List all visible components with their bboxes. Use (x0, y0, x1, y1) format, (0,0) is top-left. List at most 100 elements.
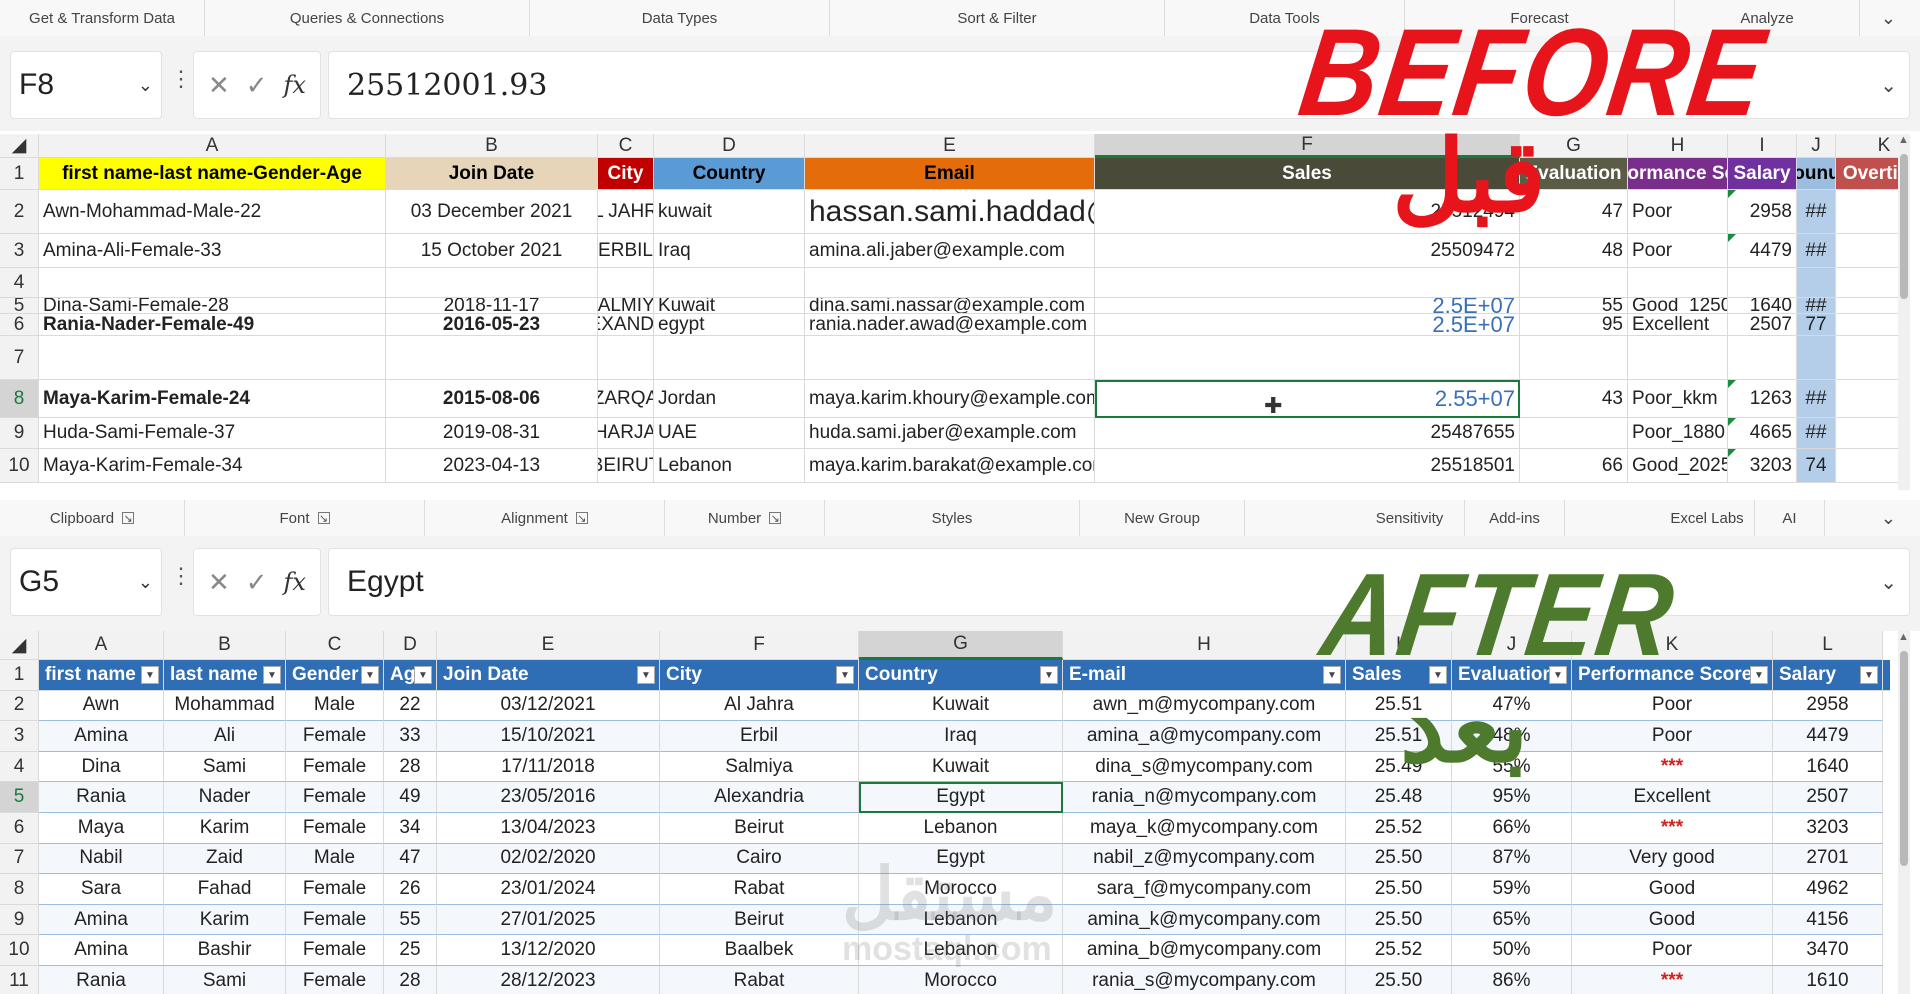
cell-c6[interactable]: ALEXANDRIA (598, 314, 654, 336)
cell-a5[interactable]: Rania (39, 782, 164, 813)
cell-h2[interactable]: awn_m@mycompany.com (1063, 690, 1346, 722)
table-header-3[interactable]: Age ▼ (384, 660, 437, 691)
cell-c10[interactable]: BEIRUT (598, 449, 654, 483)
cell-f3[interactable]: 25509472 (1095, 234, 1520, 268)
scroll-up-icon[interactable]: ▲ (1898, 134, 1909, 146)
cell-h7[interactable]: nabil_z@mycompany.com (1063, 843, 1346, 875)
cell-f3[interactable]: Erbil (660, 721, 859, 752)
cell-g2[interactable]: Kuwait (859, 690, 1063, 722)
cell-g5[interactable]: Egypt (859, 782, 1063, 813)
cell-c5[interactable]: Female (286, 782, 384, 813)
filter-dropdown-icon[interactable]: ▼ (141, 666, 159, 684)
cell-c1[interactable]: City (598, 158, 654, 190)
column-header-e[interactable]: E (805, 134, 1095, 158)
cell-e8[interactable]: maya.karim.khoury@example.com (805, 380, 1095, 418)
column-header-c[interactable]: C (286, 631, 384, 660)
cell-b1[interactable]: Join Date (386, 158, 598, 190)
cell-l5[interactable]: 2507 (1773, 782, 1883, 813)
cell-d4[interactable] (654, 268, 805, 298)
cell-a6[interactable]: Maya (39, 813, 164, 844)
cell-d5[interactable]: Kuwait (654, 298, 805, 314)
cell-c9[interactable]: Female (286, 904, 384, 936)
cell-c11[interactable]: Female (286, 966, 384, 994)
cell-g11[interactable]: Morocco (859, 966, 1063, 994)
cell-b4[interactable] (386, 268, 598, 298)
row-header-6[interactable]: 6 (0, 813, 39, 844)
cell-k6[interactable]: 3 (1836, 314, 1900, 336)
column-header-j[interactable]: J (1797, 134, 1836, 158)
cell-g4[interactable] (1520, 268, 1628, 298)
cell-h9[interactable]: Poor_1880 (1628, 418, 1728, 449)
filter-dropdown-icon[interactable]: ▼ (1860, 666, 1878, 684)
dialog-launcher-icon[interactable]: ↘ (317, 512, 330, 525)
column-header-b[interactable]: B (386, 134, 598, 158)
ribbon-group-sensitivity[interactable]: Sensitivity (1355, 500, 1465, 536)
cell-d11[interactable]: 28 (384, 966, 437, 994)
row-header-3[interactable]: 3 (0, 234, 39, 268)
cell-a10[interactable]: Maya-Karim-Female-34 (39, 449, 386, 483)
cell-j7[interactable]: 87% (1452, 843, 1572, 875)
cell-f4[interactable] (1095, 268, 1520, 298)
cell-e10[interactable]: maya.karim.barakat@example.com (805, 449, 1095, 483)
cell-a8[interactable]: Maya-Karim-Female-24 (39, 380, 386, 418)
cell-k9[interactable]: 7 (1836, 418, 1900, 449)
cell-k2[interactable]: Poor (1572, 690, 1773, 722)
cell-k5[interactable]: Excellent (1572, 782, 1773, 813)
cell-g6[interactable]: Lebanon (859, 813, 1063, 844)
bottom-vertical-scrollbar[interactable]: ▲ (1898, 631, 1910, 994)
column-header-a[interactable]: A (39, 134, 386, 158)
cell-a2[interactable]: Awn-Mohammad-Male-22 (39, 190, 386, 234)
cell-d7[interactable] (654, 336, 805, 380)
ribbon-group-number[interactable]: Number ↘ (665, 500, 825, 536)
cell-i10[interactable]: 25.52 (1346, 935, 1452, 966)
cell-f4[interactable]: Salmiya (660, 751, 859, 783)
collapse-ribbon-icon[interactable]: ⌄ (1881, 508, 1896, 529)
cell-h6[interactable]: Excellent (1628, 314, 1728, 336)
table-header-11[interactable]: Salary ▼ (1773, 660, 1883, 691)
cell-j5[interactable]: 95% (1452, 782, 1572, 813)
column-header-d[interactable]: D (654, 134, 805, 158)
cell-g3[interactable]: Iraq (859, 721, 1063, 752)
cell-j6[interactable]: 66% (1452, 813, 1572, 844)
cell-e11[interactable]: 28/12/2023 (437, 966, 660, 994)
cell-i7[interactable] (1728, 336, 1797, 380)
more-options-icon[interactable]: ⋮ (170, 563, 192, 589)
cell-f6[interactable]: Beirut (660, 813, 859, 844)
cell-d6[interactable]: 34 (384, 813, 437, 844)
ribbon-group-clipboard[interactable]: Clipboard ↘ (0, 500, 185, 536)
cell-j5[interactable]: ## (1797, 298, 1836, 314)
cell-c3[interactable]: Female (286, 721, 384, 752)
cell-i1[interactable]: Salary (1728, 158, 1797, 190)
cell-d5[interactable]: 49 (384, 782, 437, 813)
cell-c3[interactable]: ERBIL (598, 234, 654, 268)
cell-j2[interactable]: ## (1797, 190, 1836, 234)
cell-j3[interactable]: ## (1797, 234, 1836, 268)
cell-a6[interactable]: Rania-Nader-Female-49 (39, 314, 386, 336)
table-header-0[interactable]: first name ▼ (39, 660, 164, 691)
cell-i5[interactable]: 25.48 (1346, 782, 1452, 813)
table-header-1[interactable]: last name ▼ (164, 660, 286, 691)
cell-a9[interactable]: Amina (39, 904, 164, 936)
cell-b7[interactable] (386, 336, 598, 380)
table-header-6[interactable]: Country ▼ (859, 660, 1063, 691)
cell-b6[interactable]: 2016-05-23 (386, 314, 598, 336)
cell-d6[interactable]: egypt (654, 314, 805, 336)
chevron-down-icon[interactable]: ⌄ (138, 572, 153, 593)
cell-a7[interactable] (39, 336, 386, 380)
cell-e6[interactable]: 13/04/2023 (437, 813, 660, 844)
cell-d8[interactable]: Jordan (654, 380, 805, 418)
enter-icon[interactable]: ✓ (246, 567, 268, 598)
cell-b3[interactable]: 15 October 2021 (386, 234, 598, 268)
ribbon-group-font[interactable]: Font ↘ (185, 500, 425, 536)
cell-d1[interactable]: Country (654, 158, 805, 190)
table-header-4[interactable]: Join Date ▼ (437, 660, 660, 691)
row-header-8[interactable]: 8 (0, 380, 39, 418)
cell-d10[interactable]: Lebanon (654, 449, 805, 483)
dialog-launcher-icon[interactable]: ↘ (122, 512, 135, 525)
cell-i7[interactable]: 25.50 (1346, 843, 1452, 875)
ribbon-group-data-types[interactable]: Data Types (530, 0, 830, 36)
cell-e4[interactable]: 17/11/2018 (437, 751, 660, 783)
cell-b3[interactable]: Ali (164, 721, 286, 752)
row-header-8[interactable]: 8 (0, 874, 39, 905)
top-vertical-scrollbar[interactable]: ▲ (1898, 134, 1910, 490)
